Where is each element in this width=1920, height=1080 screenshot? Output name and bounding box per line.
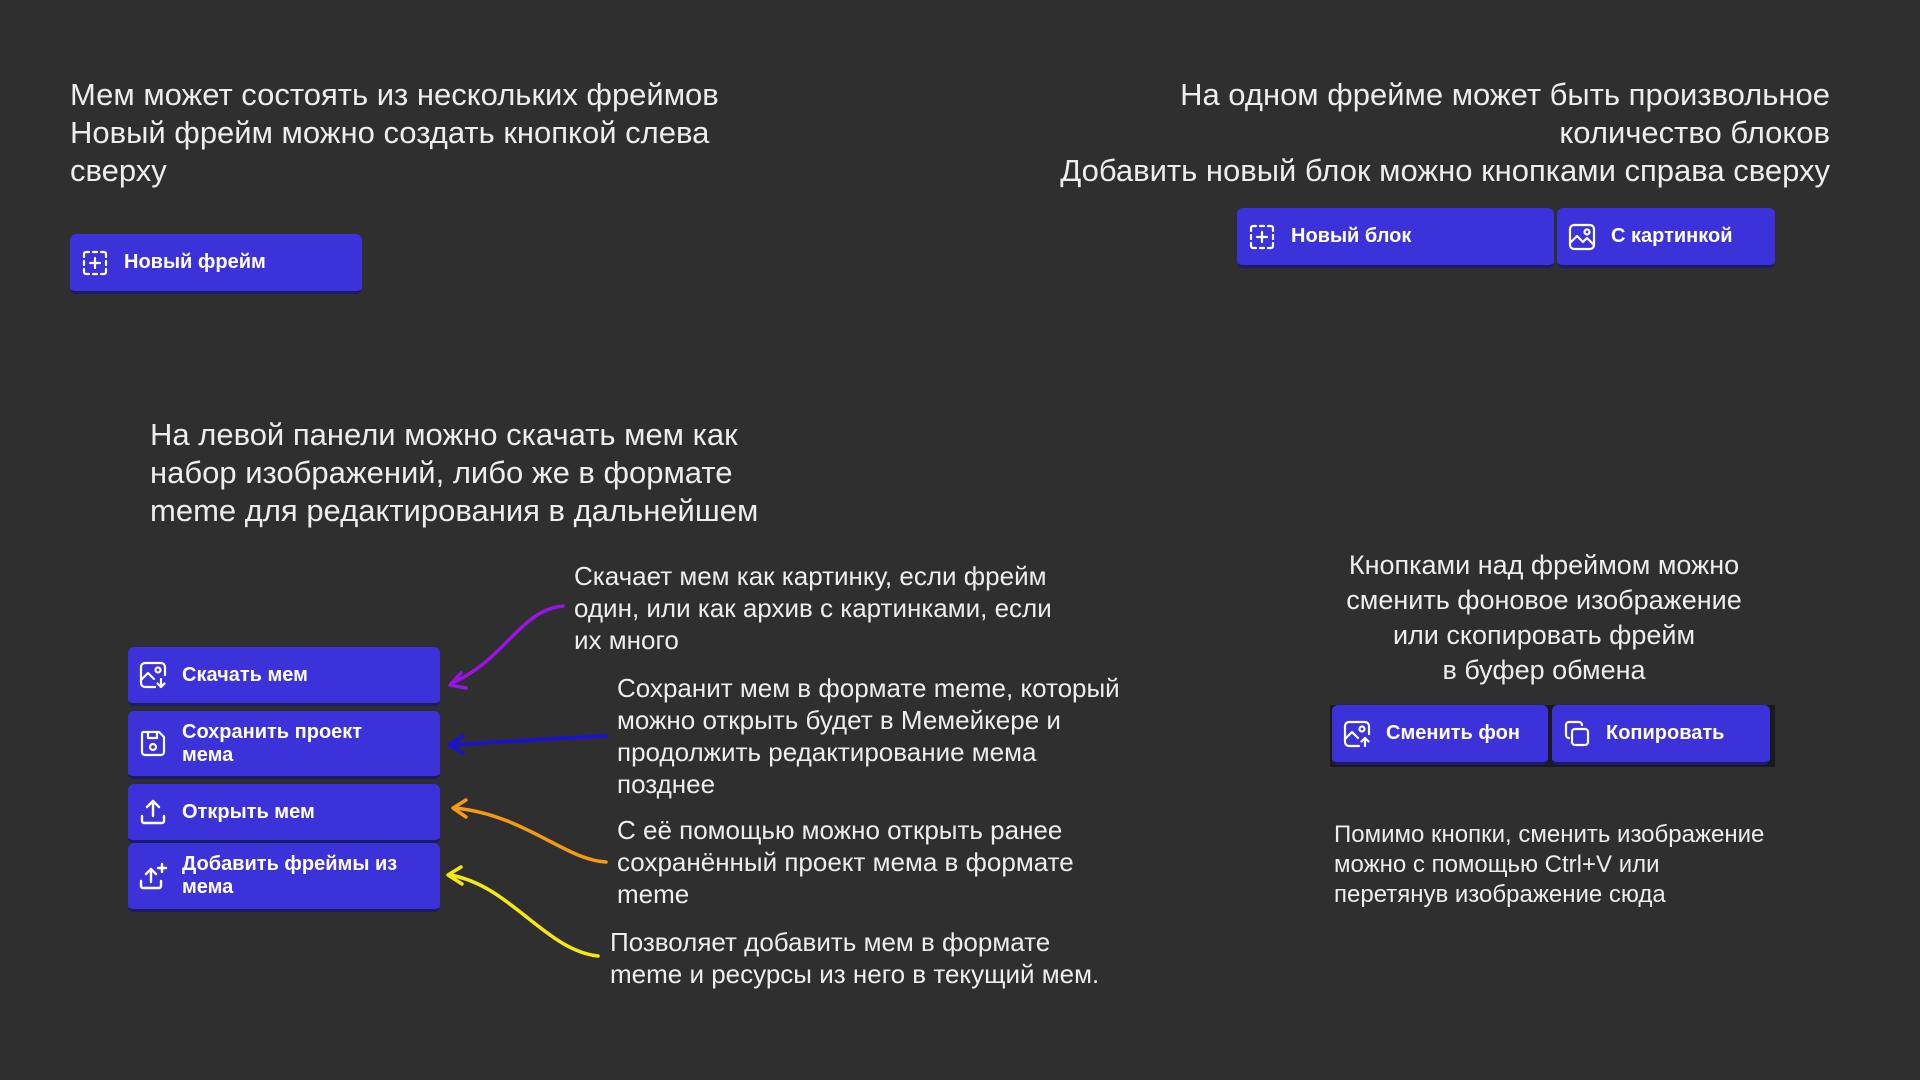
- with-image-label: С картинкой: [1611, 225, 1733, 247]
- download-meme-button[interactable]: Скачать мем: [128, 647, 440, 706]
- add-frames-label: Добавить фреймы из мема: [182, 853, 397, 899]
- intro-panel-line: meme для редактирования в дальнейшем: [150, 493, 759, 528]
- description-line: Позволяет добавить мем в формате: [610, 927, 1051, 957]
- open-meme-button[interactable]: Открыть мем: [128, 784, 440, 843]
- intro-frames-text: Мем может состоять из нескольких фреймов…: [70, 76, 719, 190]
- description-line: позднее: [617, 769, 716, 799]
- description-line: Сохранит мем в формате meme, который: [617, 673, 1120, 703]
- change-background-label: Сменить фон: [1386, 722, 1520, 744]
- copy-frame-label: Копировать: [1606, 722, 1725, 744]
- new-frame-label: Новый фрейм: [124, 251, 266, 273]
- add-description: Позволяет добавить мем в формате meme и …: [610, 926, 1099, 990]
- new-frame-button[interactable]: Новый фрейм: [70, 234, 362, 294]
- add-frames-from-meme-button[interactable]: Добавить фреймы из мема: [128, 843, 440, 912]
- description-line: С её помощью можно открыть ранее: [617, 815, 1063, 845]
- arrow-download-head: [448, 671, 468, 690]
- download-meme-label: Скачать мем: [182, 663, 308, 686]
- add-frames-label-line: Добавить фреймы из: [182, 853, 398, 875]
- open-description: С её помощью можно открыть ранее сохранё…: [617, 814, 1074, 910]
- paste-hint-line: перетянув изображение сюда: [1334, 881, 1666, 908]
- upload-icon: [138, 797, 168, 827]
- intro-panel-line: На левой панели можно скачать мем как: [150, 417, 738, 452]
- new-block-label: Новый блок: [1291, 225, 1412, 247]
- open-meme-label: Открыть мем: [182, 800, 315, 823]
- arrow-open: [453, 806, 608, 864]
- add-frame-icon: [80, 248, 110, 278]
- copy-icon: [1562, 719, 1592, 749]
- change-background-button[interactable]: Сменить фон: [1332, 705, 1548, 765]
- description-line: их много: [574, 625, 679, 655]
- save-label-line: Сохранить проект: [182, 720, 363, 743]
- save-meme-project-button[interactable]: Сохранить проект мема: [128, 711, 440, 779]
- save-meme-project-label: Сохранить проект мема: [182, 721, 362, 767]
- description-line: можно открыть будет в Мемейкере и: [617, 705, 1061, 735]
- image-icon: [1567, 222, 1597, 252]
- arrow-add-head: [446, 865, 464, 886]
- intro-frames-line: Новый фрейм можно создать кнопкой слева: [70, 115, 710, 150]
- arrow-save-head: [447, 734, 465, 755]
- intro-bg-line: сменить фоновое изображение: [1346, 585, 1742, 615]
- intro-panel-text: На левой панели можно скачать мем как на…: [150, 416, 758, 530]
- intro-background-text: Кнопками над фреймом можно сменить фонов…: [1288, 548, 1800, 688]
- arrow-download: [450, 604, 565, 685]
- description-line: meme: [617, 879, 690, 909]
- paste-hint-line: Помимо кнопки, сменить изображение: [1334, 821, 1765, 848]
- save-description: Сохранит мем в формате meme, который мож…: [617, 672, 1120, 800]
- download-description: Скачает мем как картинку, если фрейм оди…: [574, 560, 1052, 656]
- image-upload-icon: [1342, 719, 1372, 749]
- intro-panel-line: набор изображений, либо же в формате: [150, 455, 733, 490]
- arrow-open-head: [451, 798, 468, 819]
- description-line: Скачает мем как картинку, если фрейм: [574, 561, 1047, 591]
- add-frame-icon: [1247, 222, 1277, 252]
- arrow-save: [448, 734, 608, 747]
- arrow-add: [448, 873, 600, 958]
- intro-blocks-text: На одном фрейме может быть произвольное …: [1060, 76, 1830, 190]
- intro-bg-line: Кнопками над фреймом можно: [1348, 550, 1740, 580]
- paste-hint-line: можно с помощью Ctrl+V или: [1334, 851, 1660, 878]
- copy-frame-button[interactable]: Копировать: [1552, 705, 1770, 765]
- description-line: сохранённый проект мема в формате: [617, 847, 1074, 877]
- intro-blocks-line: количество блоков: [1559, 115, 1830, 150]
- intro-blocks-line: На одном фрейме может быть произвольное: [1180, 77, 1830, 112]
- intro-bg-line: в буфер обмена: [1442, 655, 1646, 685]
- add-frames-label-line: мема: [182, 876, 234, 898]
- image-download-icon: [138, 660, 168, 690]
- description-line: продолжить редактирование мема: [617, 737, 1037, 767]
- intro-blocks-line: Добавить новый блок можно кнопками справ…: [1060, 153, 1830, 188]
- save-label-line: мема: [182, 743, 234, 766]
- new-block-button[interactable]: Новый блок: [1237, 208, 1554, 268]
- intro-frames-line: Мем может состоять из нескольких фреймов: [70, 77, 719, 112]
- upload-plus-icon: [138, 861, 168, 891]
- with-image-button[interactable]: С картинкой: [1557, 208, 1775, 268]
- intro-bg-line: или скопировать фрейм: [1392, 620, 1696, 650]
- intro-frames-line: сверху: [70, 153, 167, 188]
- paste-hint-text: Помимо кнопки, сменить изображение можно…: [1334, 820, 1764, 910]
- description-line: один, или как архив с картинками, если: [574, 593, 1052, 623]
- save-icon: [138, 729, 168, 759]
- description-line: meme и ресурсы из него в текущий мем.: [610, 959, 1100, 989]
